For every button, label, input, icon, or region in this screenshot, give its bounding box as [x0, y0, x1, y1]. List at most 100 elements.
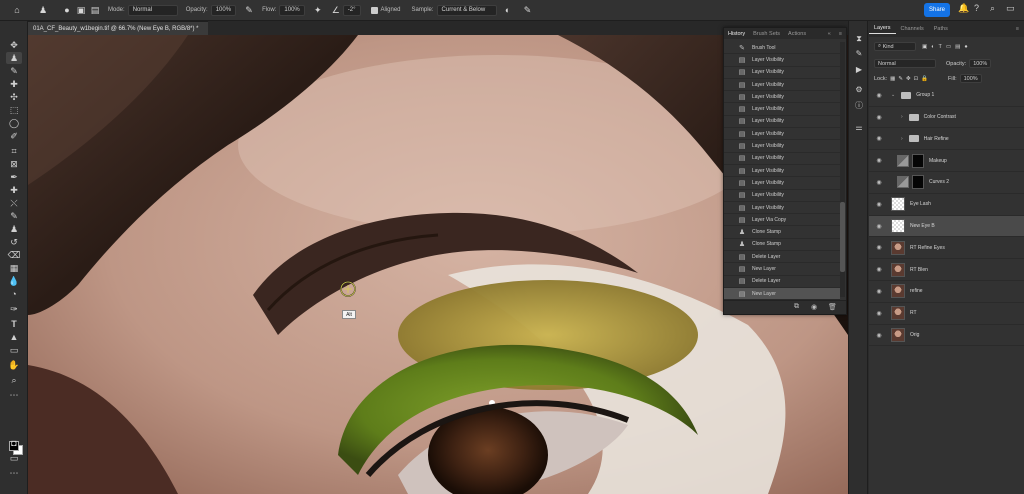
history-brush-icon[interactable]: ↺ [6, 236, 22, 248]
eyedropper-tool-icon[interactable]: ✒ [6, 171, 22, 183]
panel-collapse-icon[interactable]: « [824, 31, 835, 37]
aligned-checkbox[interactable] [370, 6, 378, 14]
spot-healing-tool-icon[interactable]: ✚ [6, 184, 22, 196]
quick-select-tool-icon[interactable]: ✐ [6, 130, 22, 142]
tab-actions[interactable]: Actions [784, 31, 810, 37]
bell-icon[interactable]: 🔔 [958, 3, 969, 14]
filter-adjustment-icon[interactable]: ◐ [931, 44, 934, 50]
layer-thumbnail[interactable] [891, 328, 905, 343]
layer-thumbnail[interactable] [891, 219, 905, 234]
lock-transparent-icon[interactable]: ▦ [890, 76, 895, 82]
history-state[interactable]: ▤ Layer Visibility [724, 190, 840, 202]
history-state[interactable]: ▤ New Layer [724, 287, 840, 301]
lock-all-icon[interactable]: 🔒 [921, 76, 928, 82]
layer-mask-thumbnail[interactable] [912, 175, 924, 190]
panel-menu-icon[interactable]: ≡ [835, 31, 846, 37]
filter-toggle-icon[interactable]: ● [964, 44, 967, 50]
layer-thumbnail[interactable] [891, 284, 905, 299]
pen-tool-icon[interactable]: ✑ [6, 303, 22, 315]
path-select-tool-icon[interactable]: ▲ [6, 331, 22, 343]
layer-row[interactable]: ◉ › Color Contrast [869, 107, 1024, 129]
airbrush-icon[interactable]: ✦ [311, 3, 325, 17]
group-expand-icon[interactable]: › [901, 136, 903, 142]
brush-settings-icon[interactable]: ▣ [74, 3, 88, 17]
visibility-eye-icon[interactable]: ◉ [873, 179, 885, 186]
history-state[interactable]: ▤ Layer Visibility [724, 128, 840, 141]
actions-panel-icon[interactable]: ▶ [853, 63, 865, 75]
ignore-adjustment-icon[interactable]: ◐ [501, 3, 515, 17]
history-scroll-thumb[interactable] [840, 202, 845, 272]
history-state[interactable]: ▤ Delete Layer [724, 276, 840, 288]
visibility-eye-icon[interactable]: ◉ [873, 92, 885, 99]
history-state[interactable]: ▤ Layer Visibility [724, 165, 840, 178]
history-state[interactable]: ▤ Delete Layer [724, 251, 840, 264]
visibility-eye-icon[interactable]: ◉ [873, 244, 885, 251]
filter-type-icon[interactable]: T [939, 44, 942, 50]
history-state[interactable]: ▤ Layer Visibility [724, 54, 840, 67]
visibility-eye-icon[interactable]: ◉ [873, 135, 885, 142]
history-state[interactable]: ♟ Clone Stamp [724, 239, 840, 252]
visibility-eye-icon[interactable]: ◉ [873, 332, 885, 339]
filter-shape-icon[interactable]: ▭ [946, 44, 951, 50]
visibility-eye-icon[interactable]: ◉ [873, 266, 885, 273]
healing-tool-icon[interactable]: ✚ [6, 78, 22, 90]
history-state[interactable]: ▤ Layer Visibility [724, 153, 840, 165]
marquee-tool-icon[interactable]: ⬚ [6, 104, 22, 116]
fill-field[interactable]: 100% [959, 74, 982, 83]
search-icon[interactable]: ⌕ [990, 3, 995, 14]
layer-row[interactable]: ◉ › Hair Refine [869, 129, 1024, 151]
tab-brush-sets[interactable]: Brush Sets [749, 31, 784, 37]
clone-source-icon[interactable]: ▤ [88, 3, 102, 17]
layer-row[interactable]: ◉ New Eye B [869, 215, 1024, 238]
layer-thumbnail[interactable] [891, 197, 905, 212]
history-state[interactable]: ▤ Layer Visibility [724, 103, 840, 116]
layer-thumbnail[interactable] [891, 306, 905, 321]
opacity-field[interactable]: 100% [210, 4, 237, 16]
history-state[interactable]: ▤ Layer Visibility [724, 202, 840, 215]
gradient-tool-icon[interactable]: ▦ [6, 262, 22, 274]
layer-row[interactable]: ◉ RT Blen [869, 259, 1024, 281]
more-tools-icon[interactable]: ⋯ [6, 389, 22, 401]
delete-state-icon[interactable]: 🗑 [828, 303, 837, 311]
lock-position-icon[interactable]: ✥ [906, 76, 911, 82]
document-tab[interactable]: 01A_CF_Beauty_w1begin.tif @ 66.7% (New E… [28, 21, 208, 35]
filter-smart-icon[interactable]: ▤ [955, 44, 960, 50]
history-state[interactable]: ▤ New Layer [724, 263, 840, 276]
visibility-eye-icon[interactable]: ◉ [873, 201, 885, 208]
move-arrows-icon[interactable]: ✣ [6, 91, 22, 103]
tab-paths[interactable]: Paths [929, 26, 953, 32]
history-state[interactable]: ▤ Layer Visibility [724, 140, 840, 153]
layer-thumbnail[interactable] [891, 262, 905, 277]
eraser-tool-icon[interactable]: ⌫ [6, 249, 22, 261]
history-state[interactable]: ✎ Brush Tool [724, 42, 840, 55]
new-snapshot-icon[interactable]: ◉ [811, 303, 817, 311]
patch-tool-icon[interactable]: ⤬ [6, 197, 22, 209]
mode-select[interactable]: Normal [127, 4, 178, 16]
lasso-tool-icon[interactable]: ◯ [6, 117, 22, 129]
tab-history[interactable]: History [724, 31, 749, 37]
properties-panel-icon[interactable]: ⚙ [853, 83, 865, 95]
layer-row[interactable]: ◉ Eye Lash [869, 194, 1024, 216]
layer-mask-thumbnail[interactable] [912, 153, 924, 168]
tab-layers[interactable]: Layers [869, 25, 896, 34]
sample-select[interactable]: Current & Below [436, 4, 497, 16]
group-expand-icon[interactable]: › [901, 114, 903, 120]
layer-thumbnail[interactable] [891, 240, 905, 255]
zoom-tool-icon[interactable]: ⌕ [6, 374, 22, 386]
layer-row[interactable]: ◉ refine [869, 281, 1024, 303]
help-icon[interactable]: ? [974, 3, 979, 13]
brush-preset-icon[interactable]: ● [60, 3, 74, 17]
layer-row[interactable]: ◉ RT Refine Eyes [869, 238, 1024, 260]
adjustments-panel-icon[interactable]: ⚌ [853, 121, 865, 133]
hand-tool-icon[interactable]: ✋ [6, 359, 22, 371]
new-document-from-state-icon[interactable]: ⧉ [794, 303, 799, 311]
quick-mask-icon[interactable]: ◘ [6, 437, 22, 449]
crop-tool-icon[interactable]: ⌗ [6, 145, 22, 157]
visibility-eye-icon[interactable]: ◉ [873, 223, 885, 230]
layer-row[interactable]: ◉ Curves 2 [869, 172, 1024, 194]
blend-mode-select[interactable]: Normal [874, 59, 936, 68]
layer-row[interactable]: ◉ Orig [869, 325, 1024, 347]
pressure-opacity-icon[interactable]: ✎ [242, 3, 256, 17]
blur-tool-icon[interactable]: 💧 [6, 275, 22, 287]
tool-preset-icon[interactable]: ♟ [36, 3, 50, 17]
